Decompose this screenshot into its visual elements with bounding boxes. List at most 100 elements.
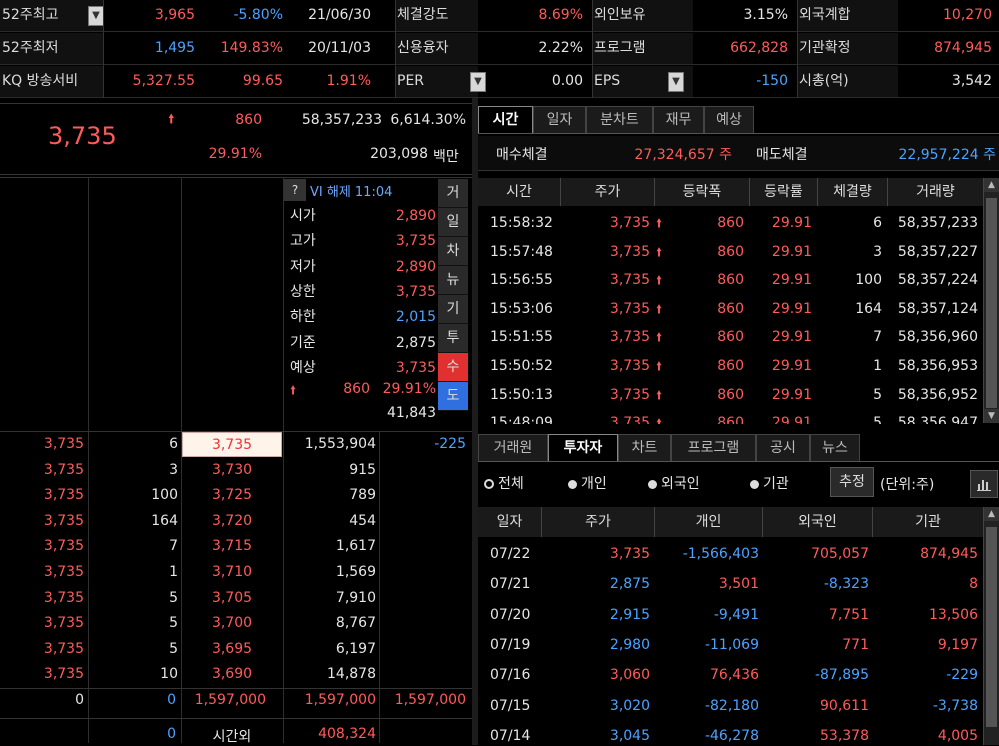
tab-3[interactable]: 차트 <box>618 434 671 461</box>
info-value: 3,735 <box>395 233 436 250</box>
bid-quantity: 100 <box>151 487 178 504</box>
investor-date: 07/15 <box>490 697 531 714</box>
tab-1[interactable]: 시간 <box>478 106 533 133</box>
scroll-down-icon[interactable]: ▼ <box>984 409 999 423</box>
investor-date: 07/19 <box>490 636 531 653</box>
side-button-3[interactable]: 차 <box>438 237 468 266</box>
side-button-6[interactable]: 투 <box>438 324 468 353</box>
bid-price[interactable]: 3,735 <box>182 432 282 457</box>
radio-icon[interactable] <box>750 479 759 489</box>
summary-label: 프로그램 <box>592 33 693 64</box>
summary-value: 0.00 <box>551 73 583 89</box>
radio-icon[interactable] <box>648 479 657 489</box>
bid-price[interactable]: 3,730 <box>182 458 282 483</box>
side-button-8[interactable]: 도 <box>438 382 468 411</box>
bid-price[interactable]: 3,705 <box>182 586 282 611</box>
trades-header[interactable]: 주가 <box>561 178 655 206</box>
tab-4[interactable]: 재무 <box>653 106 704 133</box>
trade-rate: 29.91 <box>771 329 812 346</box>
trades-scrollbar[interactable]: ▲ ▼ <box>983 178 999 423</box>
chart-icon[interactable] <box>970 470 998 498</box>
investor-row: 07/19 2,980 -11,069 771 9,197 <box>478 630 983 660</box>
tab-5[interactable]: 공시 <box>756 434 810 461</box>
change-rate: 29.91% <box>208 146 262 162</box>
info-value: 3,735 <box>395 359 436 376</box>
vi-release-text: VI 해제 11:04 <box>310 185 393 200</box>
trade-row: 15:50:52 3,735 🠙 860 29.91 1 58,356,953 <box>478 352 983 380</box>
trade-volume: 58,357,233 <box>897 215 978 231</box>
info-label: 예상 <box>290 359 316 376</box>
trade-row: 15:57:48 3,735 🠙 860 29.91 3 58,357,227 <box>478 238 983 266</box>
side-button-2[interactable]: 일 <box>438 208 468 237</box>
investor-price: 2,915 <box>609 606 650 623</box>
summary-label: PER <box>395 66 478 97</box>
investor-individual: -46,278 <box>704 727 759 744</box>
tab-5[interactable]: 예상 <box>704 106 754 133</box>
summary-label: 52주최저 <box>0 33 103 64</box>
tab-3[interactable]: 분차트 <box>586 106 653 133</box>
investors-header[interactable]: 개인 <box>655 507 763 537</box>
radio-option[interactable]: 외국인 <box>648 473 700 493</box>
radio-option[interactable]: 기관 <box>750 473 789 493</box>
summary-value: -150 <box>756 73 788 89</box>
trades-header[interactable]: 등락률 <box>750 178 818 206</box>
chevron-down-icon[interactable]: ▼ <box>88 6 104 26</box>
tab-2[interactable]: 일자 <box>533 106 586 133</box>
radio-option[interactable]: 전체 <box>484 473 524 493</box>
investor-row: 07/21 2,875 3,501 -8,323 8 <box>478 569 983 599</box>
bid-remaining: 1,569 <box>335 564 376 580</box>
bid-price[interactable]: 3,725 <box>182 483 282 508</box>
up-arrow-icon: 🠙 <box>290 383 297 397</box>
summary-label: 외인보유 <box>592 0 693 31</box>
price-header: 3,735 🠙 860 58,357,233 6,614.30% 29.91% … <box>0 103 472 175</box>
info-value: 2,015 <box>395 309 436 326</box>
investor-individual: -9,491 <box>713 606 759 623</box>
investors-header[interactable]: 일자 <box>478 507 542 537</box>
trade-price: 3,735 <box>609 386 650 403</box>
scroll-thumb[interactable] <box>986 198 997 408</box>
tab-6[interactable]: 뉴스 <box>810 434 860 461</box>
investor-row: 07/22 3,735 -1,566,403 705,057 874,945 <box>478 539 983 569</box>
trades-header[interactable]: 체결량 <box>818 178 888 206</box>
investors-scrollbar[interactable]: ▲ <box>983 507 999 745</box>
bid-quantity: 5 <box>169 615 178 632</box>
trades-header[interactable]: 거래량 <box>888 178 984 206</box>
trade-time: 15:50:13 <box>490 386 553 403</box>
bid-price[interactable]: 3,720 <box>182 509 282 534</box>
scroll-up-icon[interactable]: ▲ <box>984 178 999 192</box>
scroll-thumb[interactable] <box>986 527 997 727</box>
bid-price[interactable]: 3,715 <box>182 534 282 559</box>
tab-2[interactable]: 투자자 <box>548 434 618 461</box>
side-button-5[interactable]: 기 <box>438 295 468 324</box>
help-button[interactable]: ? <box>284 179 306 201</box>
investors-header[interactable]: 외국인 <box>763 507 873 537</box>
investors-header[interactable]: 기관 <box>873 507 984 537</box>
side-button-1[interactable]: 거 <box>438 179 468 208</box>
bid-price[interactable]: 3,710 <box>182 560 282 585</box>
side-button-7[interactable]: 수 <box>438 353 468 382</box>
trade-rate: 29.91 <box>771 243 812 260</box>
tab-1[interactable]: 거래원 <box>478 434 548 461</box>
trades-header[interactable]: 시간 <box>478 178 561 206</box>
info-label: 고가 <box>290 233 316 250</box>
trade-qty: 1 <box>873 358 882 374</box>
investors-header[interactable]: 주가 <box>542 507 655 537</box>
investor-date: 07/14 <box>490 727 531 744</box>
chevron-down-icon[interactable]: ▼ <box>470 72 486 92</box>
trades-header[interactable]: 등락폭 <box>655 178 750 206</box>
scroll-up-icon[interactable]: ▲ <box>984 507 999 521</box>
chevron-down-icon[interactable]: ▼ <box>668 72 684 92</box>
estimate-button[interactable]: 추정 <box>830 467 874 497</box>
side-button-4[interactable]: 뉴 <box>438 266 468 295</box>
summary-label: KQ 방송서비 <box>0 66 103 97</box>
tab-4[interactable]: 프로그램 <box>671 434 756 461</box>
bid-price[interactable]: 3,690 <box>182 662 282 687</box>
bid-remaining: 454 <box>349 512 376 529</box>
radio-option[interactable]: 개인 <box>568 473 607 493</box>
investor-foreign: 53,378 <box>820 727 869 744</box>
trade-volume: 58,356,953 <box>897 358 978 374</box>
radio-icon[interactable] <box>568 479 577 489</box>
bid-price[interactable]: 3,700 <box>182 611 282 636</box>
bid-price[interactable]: 3,695 <box>182 637 282 662</box>
radio-icon[interactable] <box>484 479 494 489</box>
